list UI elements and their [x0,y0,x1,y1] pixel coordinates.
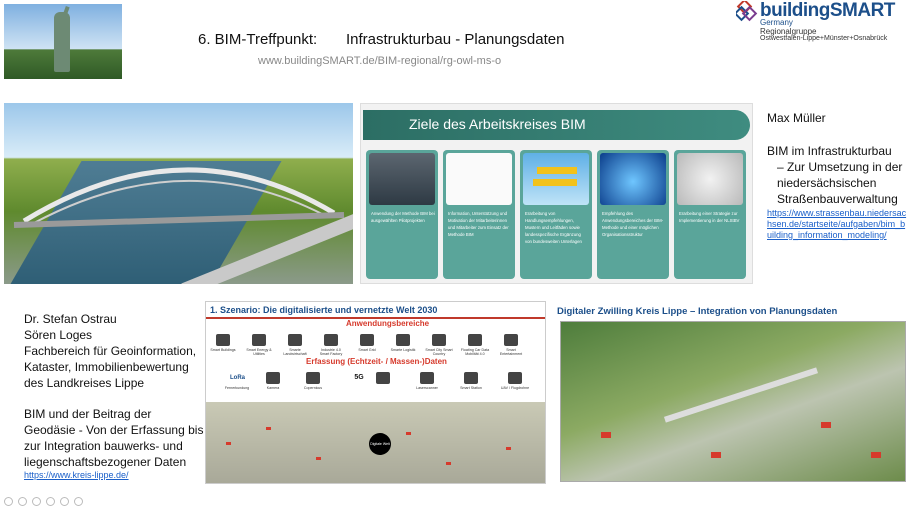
entertainment-icon [504,334,518,346]
sensor-label: Laserscanner [416,386,438,390]
app-label: Smart Buildings [210,348,236,352]
app-label: Industrie 4.0 Smart Factory [319,348,343,356]
camera-icon [266,372,280,384]
talk-title-line: Straßenbauverwaltung [777,192,898,206]
logo-region-line2: Ostwestfalen-Lippe+Münster+Osnabrück [760,35,888,42]
city-icon [432,334,446,346]
car-icon [468,334,482,346]
buildingsmart-logo-icon [736,1,758,22]
grid-icon [360,334,374,346]
zoom-icon[interactable] [60,497,69,506]
ziele-title: Ziele des Arbeitskreises BIM [409,116,586,132]
sketch-photo [446,153,512,205]
energy-icon [252,334,266,346]
strassenbau-link[interactable]: https://www.strassenbau.niedersachsen.de… [767,208,907,241]
event-title-topic: Infrastrukturbau - Planungsdaten [346,31,565,48]
talk-title-line: Geodäsie - Von der Erfassung bis [24,423,204,437]
building-photo [369,153,435,205]
talk-title-line: liegenschaftsbezogener Daten [24,455,187,469]
ziele-card: Empfehlung des Anwendungsbereiches der B… [597,150,669,279]
pen-icon[interactable] [32,497,41,506]
factory-icon [324,334,338,346]
app-label: Smarte Logistik [390,348,416,352]
szenario-slide: 1. Szenario: Die digitalisierte und vern… [205,301,546,484]
slides-icon[interactable] [46,497,55,506]
speaker-name: Sören Loges [24,328,93,342]
department-line: Kataster, Immobilienbewertung [24,360,189,374]
previous-icon[interactable] [4,497,13,506]
ziele-card-text: Information, Unterstützung und Motivatio… [448,211,509,237]
szenario-title: 1. Szenario: Die digitalisierte und vern… [210,305,438,315]
5g-icon: 5G [352,372,366,384]
event-url[interactable]: www.buildingSMART.de/BIM-regional/rg-owl… [258,55,501,67]
sensor-label: Smart Station [460,386,482,390]
network-photo [600,153,666,205]
digital-world-node: Digitale Welt [369,433,391,455]
drone-icon [508,372,522,384]
lora-logo: LoRa [230,372,245,384]
talk-title-line: zur Integration bauwerks- und [24,439,183,453]
logo-country: Germany [760,18,793,27]
app-label: Smart Grid [358,348,376,352]
event-title-number: 6. BIM-Treffpunkt: [198,31,318,48]
ziele-card: Anwendung der Methode BIM bei ausgewählt… [366,150,438,279]
ziele-card: Information, Unterstützung und Motivatio… [443,150,515,279]
hermannsdenkmal-photo [4,4,122,79]
ziele-card-text: Erarbeitung einer Strategie zur Implemen… [679,211,740,223]
ziele-card-text: Empfehlung des Anwendungsbereiches der B… [602,211,664,237]
ziele-card-text: Anwendung der Methode BIM bei ausgewählt… [371,211,435,223]
sensor-label: UAV / Flugdrohne [500,386,530,390]
erfassung-label: Erfassung (Echtzeit- / Massen-)Daten [306,357,447,366]
app-label: Smarte Landwirtschaft [283,348,307,356]
app-label: Smart Energy & Utilities [246,348,272,356]
digital-twin-title: Digitaler Zwilling Kreis Lippe – Integra… [557,306,838,317]
station-icon [464,372,478,384]
talk-title-line: niedersächsischen [777,176,877,190]
laserscanner-icon [420,372,434,384]
department-line: Fachbereich für Geoinformation, [24,344,197,358]
talk-title-line: – Zur Umsetzung in der [777,160,903,174]
signpost-photo [523,153,589,205]
ziele-card: Erarbeitung von Handlungsempfehlungen, M… [520,150,592,279]
bridge-rendering-image [4,103,353,284]
paper-photo [677,153,743,205]
satellite-icon [306,372,320,384]
app-label: Smart Entertainment [499,348,523,356]
tractor-icon [288,334,302,346]
truck-icon [396,334,410,346]
digital-twin-slide: Digitaler Zwilling Kreis Lippe – Integra… [555,301,910,484]
sensor-label: Copernicus [303,386,323,390]
next-icon[interactable] [18,497,27,506]
app-label: Smart City Smart Country [425,348,453,356]
sensor-label: Fernerkundung [224,386,250,390]
speaker-name: Dr. Stefan Ostrau [24,312,117,326]
kreis-lippe-link[interactable]: https://www.kreis-lippe.de/ [24,470,129,480]
app-label: Floating Car Data Mobilität 4.0 [460,348,490,356]
ziele-card-text: Erarbeitung von Handlungsempfehlungen, M… [525,211,582,244]
anwendungsbereiche-label: Anwendungsbereiche [346,319,430,328]
building-icon [216,334,230,346]
ziele-slide: Ziele des Arbeitskreises BIM Anwendung d… [360,103,753,284]
speaker-name: Max Müller [767,111,826,125]
digital-twin-3d-image [560,321,906,482]
talk-title-line: BIM im Infrastrukturbau [767,144,892,158]
more-icon[interactable] [74,497,83,506]
antenna-icon [376,372,390,384]
department-line: des Landkreises Lippe [24,376,145,390]
sensor-label: Kamera [266,386,280,390]
ziele-card: Erarbeitung einer Strategie zur Implemen… [674,150,746,279]
talk-title-line: BIM und der Beitrag der [24,407,152,421]
